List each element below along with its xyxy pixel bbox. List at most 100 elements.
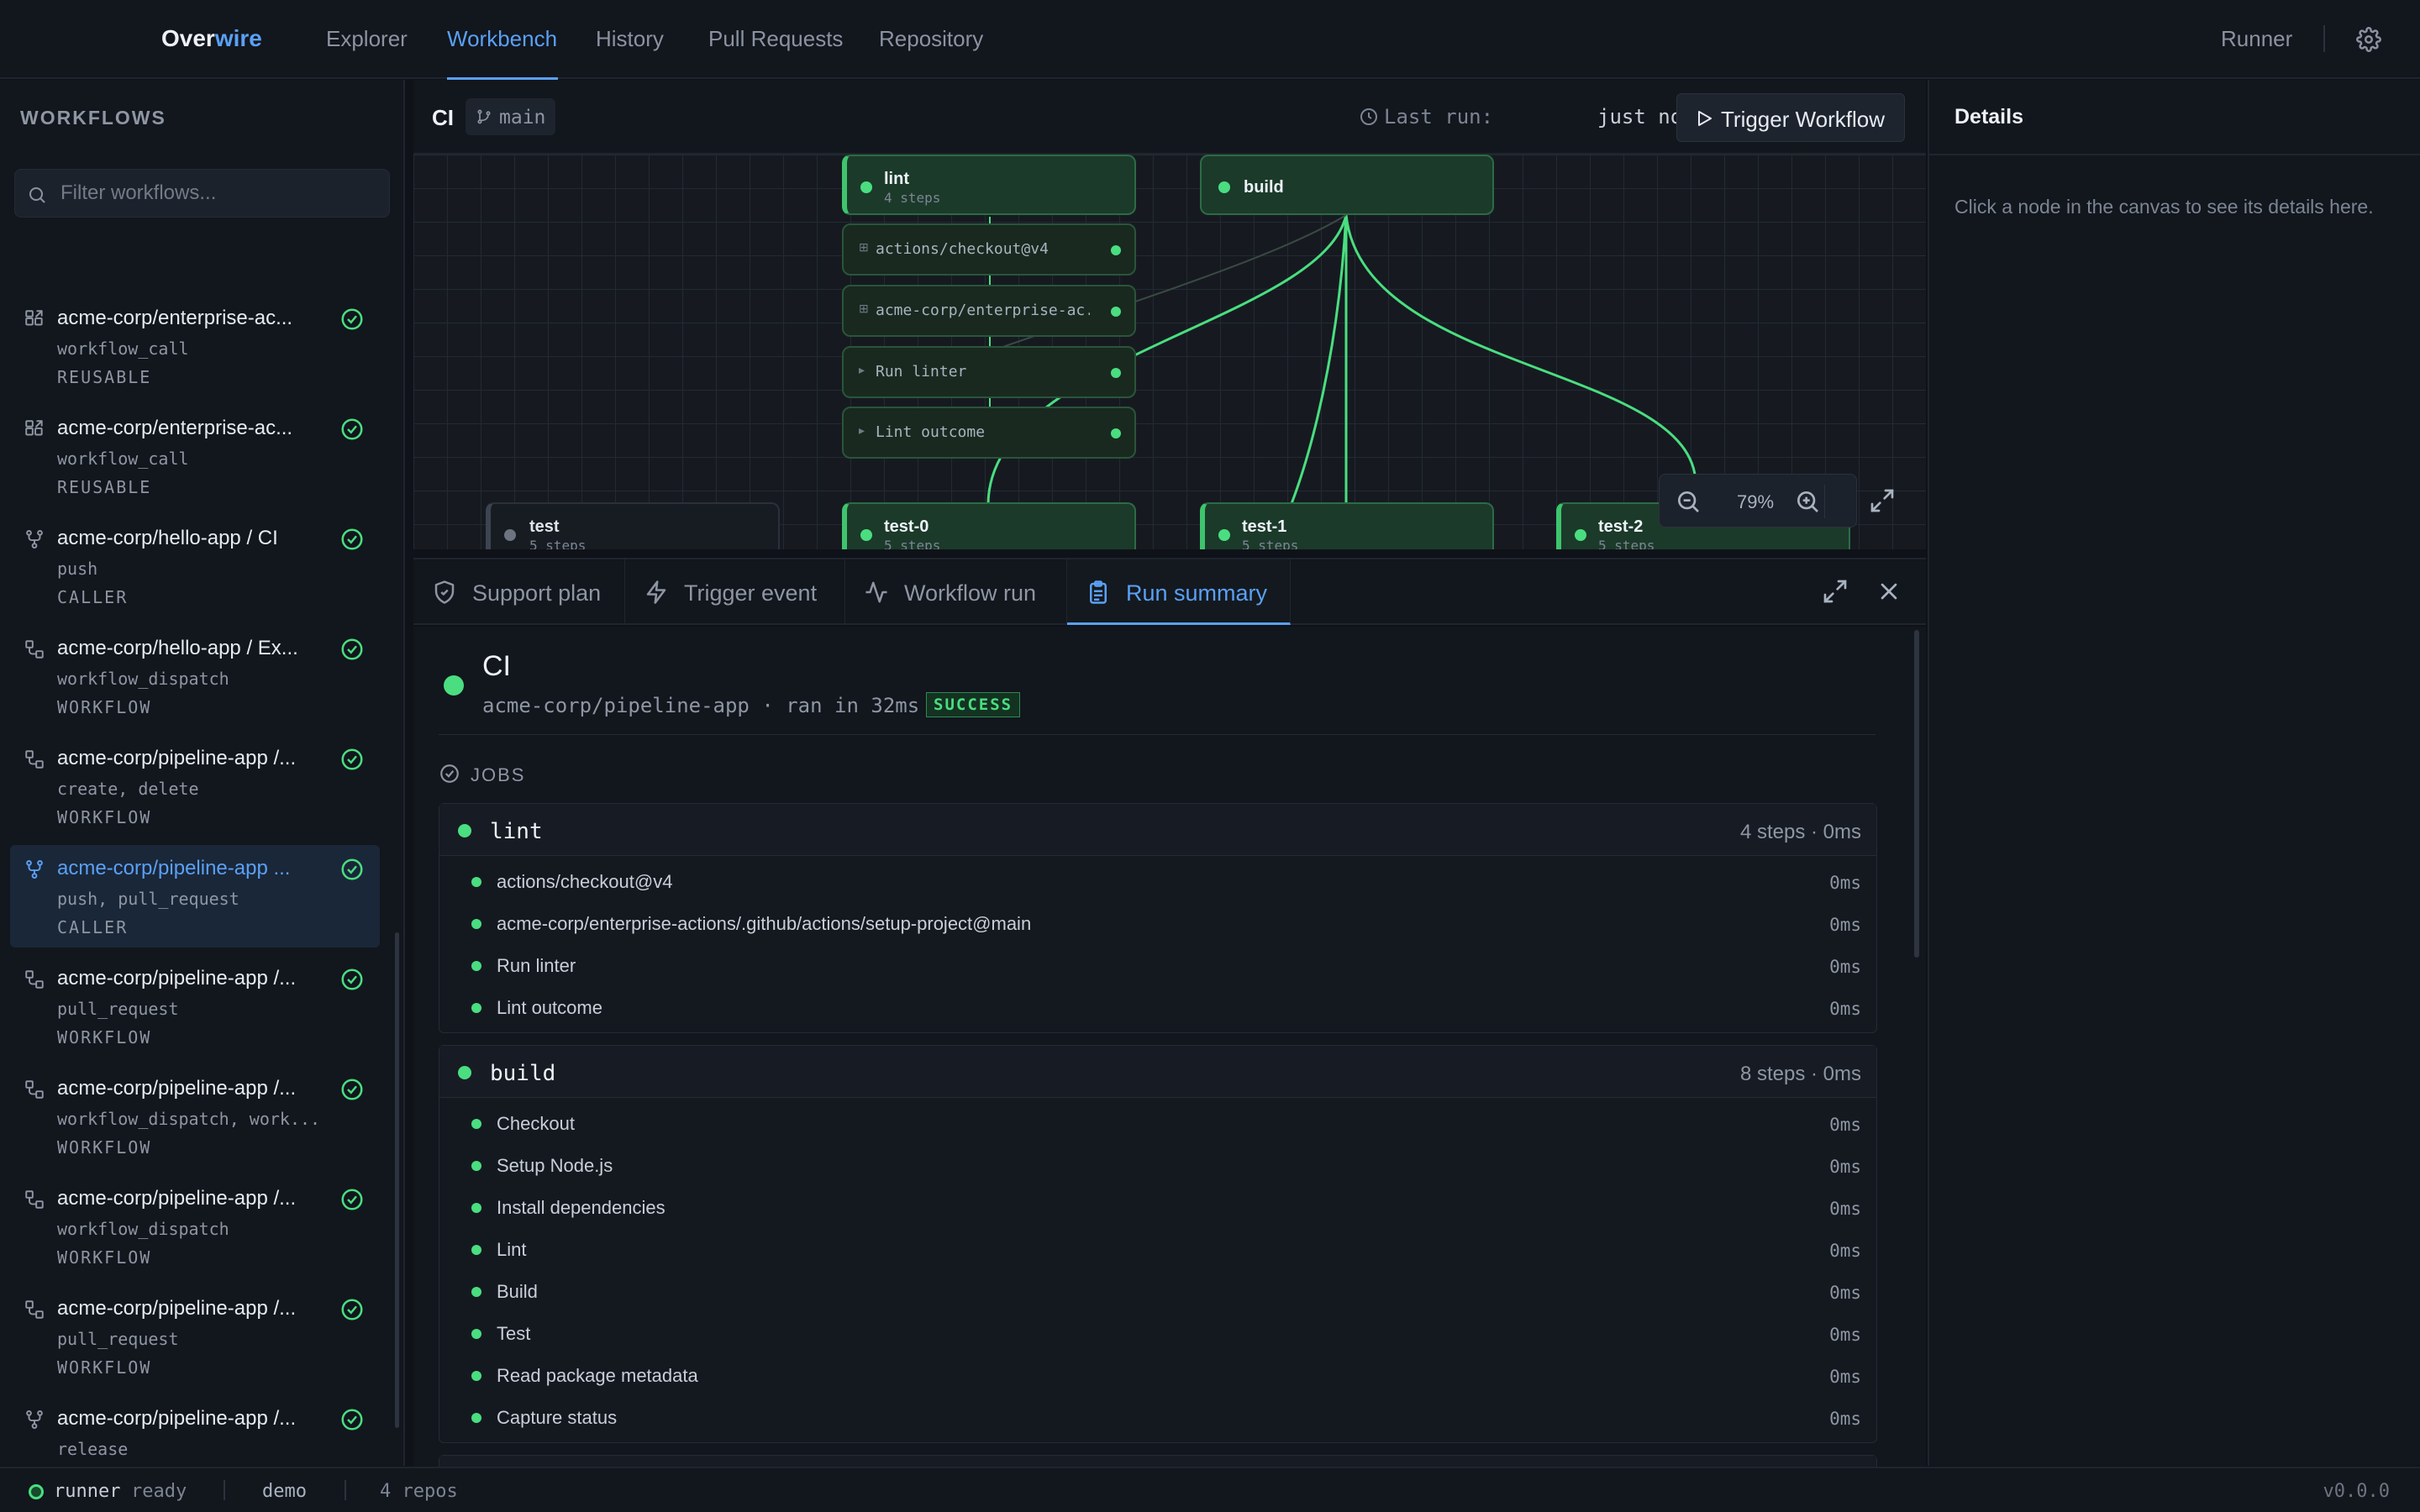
step-row[interactable]: acme-corp/enterprise-actions/.github/act… <box>439 903 1876 945</box>
check-circle-icon <box>341 528 363 550</box>
job-header[interactable]: lint 4 steps · 0ms <box>439 804 1876 856</box>
workflow-list-item[interactable]: acme-corp/enterprise-ac... workflow_call R… <box>10 405 380 507</box>
tab-support-plan[interactable]: Support plan <box>413 559 625 625</box>
tab-trigger-event[interactable]: Trigger event <box>625 559 845 625</box>
gear-icon[interactable] <box>2356 27 2381 52</box>
step-row[interactable]: Install dependencies 0ms <box>439 1187 1876 1229</box>
workflow-list-item[interactable]: acme-corp/pipeline-app /... workflow_disp… <box>10 1175 380 1278</box>
step-duration: 0ms <box>1829 1115 1861 1135</box>
workflow-icon <box>25 1080 44 1099</box>
step-row[interactable]: Run linter 0ms <box>439 945 1876 987</box>
workflow-name: acme-corp/enterprise-ac... <box>57 307 293 329</box>
workflow-list-item[interactable]: acme-corp/pipeline-app /...releaseCALLER <box>10 1395 380 1466</box>
status-dot <box>1575 529 1586 541</box>
job-header[interactable]: test-05 steps · 1ms <box>439 1456 1876 1467</box>
step-node-setup[interactable]: ⊞ acme-corp/enterprise-ac... <box>842 285 1136 337</box>
workflow-list-item[interactable]: acme-corp/hello-app / CI push CALLER <box>10 515 380 617</box>
filter-workflows-input[interactable] <box>60 178 380 208</box>
check-circle-icon <box>341 638 363 660</box>
job-card[interactable]: test-05 steps · 1ms <box>439 1455 1877 1467</box>
divider <box>345 1480 346 1500</box>
workflow-canvas[interactable]: lint 4 steps build ⊞ actions/checkout@v4 … <box>413 155 1926 549</box>
nav-pull-requests[interactable]: Pull Requests <box>708 26 843 52</box>
step-status-dot <box>471 919 481 929</box>
job-header[interactable]: build 8 steps · 0ms <box>439 1046 1876 1098</box>
branch-badge[interactable]: main <box>466 98 556 135</box>
workflow-list-item[interactable]: acme-corp/enterprise-ac... workflow_call R… <box>10 295 380 397</box>
workflow-list-item[interactable]: acme-corp/pipeline-app /... pull_request W… <box>10 1285 380 1388</box>
workflow-list-item[interactable]: acme-corp/pipeline-app /... workflow_disp… <box>10 1065 380 1168</box>
node-title: test-1 <box>1242 517 1287 536</box>
node-build[interactable]: build <box>1200 155 1494 215</box>
step-duration: 0ms <box>1829 1199 1861 1219</box>
nav-explorer[interactable]: Explorer <box>326 26 408 52</box>
node-test[interactable]: test 5 steps <box>486 502 780 549</box>
step-icon: ⊞ <box>859 302 869 315</box>
step-status-dot <box>471 1003 481 1013</box>
app-logo[interactable]: Overwire <box>161 25 262 52</box>
step-node-run-linter[interactable]: ▸ Run linter <box>842 346 1136 398</box>
step-row[interactable]: Capture status 0ms <box>439 1397 1876 1439</box>
step-row[interactable]: Lint outcome 0ms <box>439 987 1876 1029</box>
check-circle-icon <box>341 748 363 770</box>
step-row[interactable]: Setup Node.js 0ms <box>439 1145 1876 1187</box>
nav-history[interactable]: History <box>596 26 664 52</box>
workflow-list-item[interactable]: acme-corp/pipeline-app ... push, pull_req… <box>10 845 380 948</box>
tab-label: Workflow run <box>904 580 1037 606</box>
details-panel: Details Click a node in the canvas to se… <box>1928 80 2420 1466</box>
job-card[interactable]: lint 4 steps · 0ms actions/checkout@v4 0ms a… <box>439 803 1877 1033</box>
workflow-trigger: push <box>57 559 98 579</box>
workflow-name: acme-corp/enterprise-ac... <box>57 417 293 439</box>
reusable-icon <box>25 310 43 326</box>
step-node-checkout[interactable]: ⊞ actions/checkout@v4 <box>842 223 1136 276</box>
step-status-dot <box>471 1371 481 1381</box>
node-test-0[interactable]: test-0 5 steps <box>842 502 1136 549</box>
caller-icon <box>26 530 43 549</box>
sidebar-scrollbar[interactable] <box>395 932 399 1428</box>
step-row[interactable]: Checkout 0ms <box>439 1103 1876 1145</box>
project-name[interactable]: demo <box>262 1481 307 1502</box>
app-version: v0.0.0 <box>2323 1481 2390 1502</box>
zoom-out-icon[interactable] <box>1675 488 1702 515</box>
fit-view-icon[interactable] <box>1869 487 1896 514</box>
trigger-workflow-button[interactable]: Trigger Workflow <box>1676 93 1905 142</box>
expand-icon[interactable] <box>1822 578 1849 605</box>
step-row[interactable]: Test 0ms <box>439 1313 1876 1355</box>
zoom-controls: 79% <box>1659 474 1857 528</box>
nav-workbench[interactable]: Workbench <box>447 26 557 52</box>
divider <box>1929 154 2420 155</box>
summary-scrollbar[interactable] <box>1914 630 1919 958</box>
runner-name: runner <box>54 1481 121 1502</box>
job-meta: 4 steps · 0ms <box>1739 821 1861 843</box>
close-icon[interactable] <box>1876 578 1902 605</box>
repo-count[interactable]: 4 repos <box>380 1481 458 1502</box>
tab-workflow-run[interactable]: Workflow run <box>845 559 1067 625</box>
step-row[interactable]: Read package metadata 0ms <box>439 1355 1876 1397</box>
job-card[interactable]: build 8 steps · 0ms Checkout 0ms Setup Node.… <box>439 1045 1877 1443</box>
step-name: Capture status <box>497 1407 618 1428</box>
step-name: Build <box>497 1281 538 1302</box>
clipboard-icon <box>1090 580 1107 604</box>
workflow-list-item[interactable]: acme-corp/pipeline-app /... pull_request W… <box>10 955 380 1058</box>
node-lint[interactable]: lint 4 steps <box>842 155 1136 215</box>
step-name: Lint outcome <box>497 997 602 1018</box>
nav-repository[interactable]: Repository <box>879 26 983 52</box>
step-row[interactable]: Build 0ms <box>439 1271 1876 1313</box>
workflow-name: acme-corp/pipeline-app ... <box>57 857 291 879</box>
runner-link[interactable]: Runner <box>2221 26 2292 52</box>
check-circle-icon <box>341 418 363 440</box>
workflow-trigger: pull_request <box>57 999 179 1019</box>
workflow-title: CI <box>432 105 454 130</box>
step-row[interactable]: actions/checkout@v4 0ms <box>439 861 1876 903</box>
workflow-trigger: release <box>57 1439 129 1459</box>
step-row[interactable]: Lint 0ms <box>439 1229 1876 1271</box>
tab-run-summary[interactable]: Run summary <box>1067 559 1291 625</box>
step-node-lint-outcome[interactable]: ▸ Lint outcome <box>842 407 1136 459</box>
workflow-kind: REUSABLE <box>57 477 152 497</box>
zoom-in-icon[interactable] <box>1794 488 1821 515</box>
workflow-trigger: push, pull_request <box>57 889 239 909</box>
node-test-1[interactable]: test-1 5 steps <box>1200 502 1494 549</box>
divider <box>1824 485 1825 518</box>
workflow-list-item[interactable]: acme-corp/hello-app / Ex... workflow_disp… <box>10 625 380 727</box>
workflow-list-item[interactable]: acme-corp/pipeline-app /... create, delet… <box>10 735 380 837</box>
